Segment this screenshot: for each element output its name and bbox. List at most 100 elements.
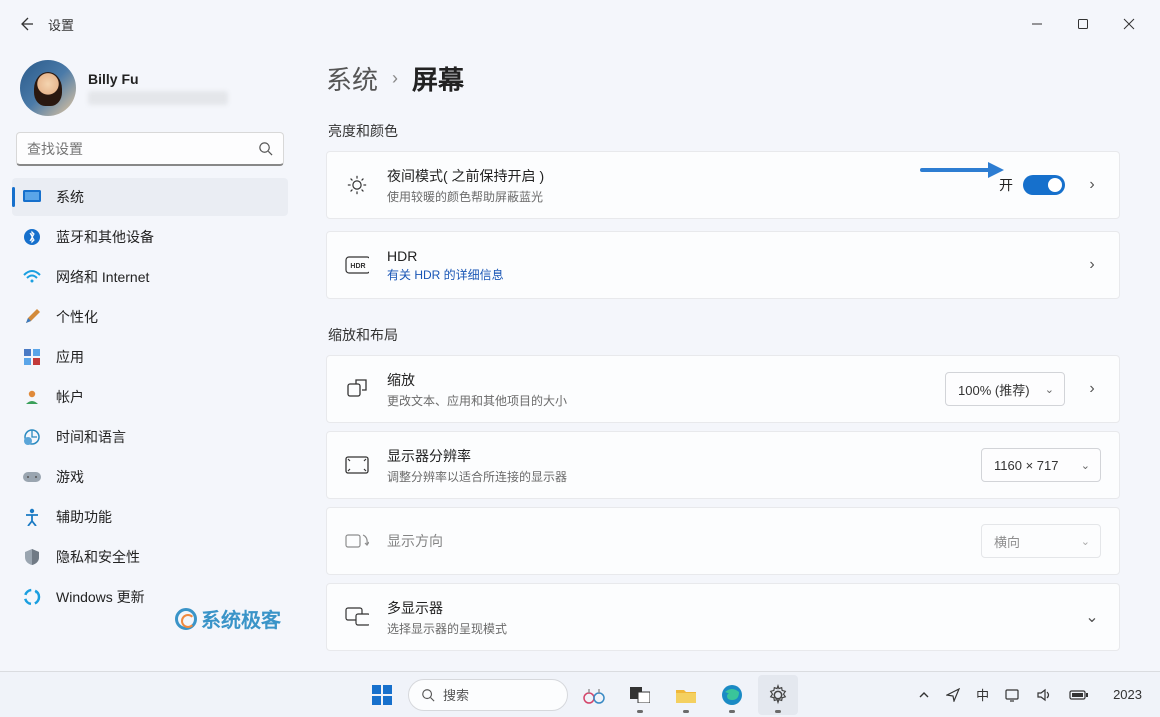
tray-volume-icon[interactable]: [1033, 684, 1057, 706]
sidebar-nav: 系统 蓝牙和其他设备 网络和 Internet 个性化 应用 帐户: [12, 178, 288, 618]
profile-block[interactable]: Billy Fu: [12, 56, 288, 128]
sidebar-item-time-language[interactable]: 时间和语言: [12, 418, 288, 456]
update-icon: [22, 587, 42, 607]
sidebar-item-network[interactable]: 网络和 Internet: [12, 258, 288, 296]
multi-title: 多显示器: [387, 598, 1065, 618]
sidebar-label: 帐户: [56, 387, 84, 407]
gamepad-icon: [22, 467, 42, 487]
maximize-button[interactable]: [1060, 8, 1106, 40]
night-sub: 使用较暖的颜色帮助屏蔽蓝光: [387, 188, 981, 205]
globe-clock-icon: [22, 427, 42, 447]
tray-clock[interactable]: 2023: [1109, 683, 1146, 706]
taskbar-settings[interactable]: [758, 675, 798, 715]
taskbar-search-label: 搜索: [443, 685, 469, 704]
person-icon: [22, 387, 42, 407]
orientation-icon: [345, 532, 369, 550]
taskbar-search[interactable]: 搜索: [408, 679, 568, 711]
chevron-down-icon: ⌄: [1045, 383, 1054, 396]
svg-text:HDR: HDR: [350, 263, 365, 270]
row-multi-display[interactable]: 多显示器 选择显示器的呈现模式 ⌄: [327, 584, 1119, 650]
night-light-icon: [345, 174, 369, 196]
breadcrumb-parent[interactable]: 系统: [326, 60, 378, 97]
breadcrumb: 系统 › 屏幕: [326, 60, 1120, 97]
resolution-title: 显示器分辨率: [387, 446, 963, 466]
sidebar-label: 隐私和安全性: [56, 547, 140, 567]
tray-ime[interactable]: 中: [972, 681, 993, 708]
search-input[interactable]: [27, 141, 258, 157]
taskbar-explorer[interactable]: [666, 675, 706, 715]
toggle-state-label: 开: [999, 175, 1013, 195]
minimize-button[interactable]: [1014, 8, 1060, 40]
hdr-title: HDR: [387, 248, 1065, 264]
back-button[interactable]: [8, 6, 44, 42]
sidebar-item-gaming[interactable]: 游戏: [12, 458, 288, 496]
sidebar-label: 系统: [56, 187, 84, 207]
sidebar-label: 网络和 Internet: [56, 267, 149, 287]
resolution-sub: 调整分辨率以适合所连接的显示器: [387, 468, 963, 485]
start-button[interactable]: [362, 675, 402, 715]
night-light-toggle[interactable]: [1023, 175, 1065, 195]
brush-icon: [22, 307, 42, 327]
sidebar-label: 游戏: [56, 467, 84, 487]
wifi-icon: [22, 267, 42, 287]
resolution-value: 1160 × 717: [994, 458, 1058, 473]
taskbar-widget[interactable]: [574, 675, 614, 715]
night-title: 夜间模式( 之前保持开启 ): [387, 166, 981, 186]
taskbar-taskview[interactable]: [620, 675, 660, 715]
chevron-right-icon[interactable]: ›: [1083, 256, 1101, 274]
window-title: 设置: [48, 15, 74, 34]
orientation-dropdown: 横向 ⌄: [981, 524, 1101, 558]
search-box[interactable]: [16, 132, 284, 166]
sidebar-label: 辅助功能: [56, 507, 112, 527]
taskbar: 搜索 中 2023: [0, 671, 1160, 717]
orientation-title: 显示方向: [387, 531, 963, 551]
profile-name: Billy Fu: [88, 71, 228, 87]
hdr-icon: HDR: [345, 256, 369, 274]
hdr-link[interactable]: 有关 HDR 的详细信息: [387, 266, 1065, 283]
resolution-icon: [345, 456, 369, 474]
scale-title: 缩放: [387, 370, 927, 390]
close-button[interactable]: [1106, 8, 1152, 40]
accessibility-icon: [22, 507, 42, 527]
shield-icon: [22, 547, 42, 567]
row-night-light[interactable]: 夜间模式( 之前保持开启 ) 使用较暖的颜色帮助屏蔽蓝光 开 ›: [327, 152, 1119, 218]
watermark: 系统极客: [175, 604, 281, 633]
sidebar-item-apps[interactable]: 应用: [12, 338, 288, 376]
apps-icon: [22, 347, 42, 367]
sidebar-item-privacy[interactable]: 隐私和安全性: [12, 538, 288, 576]
row-scale[interactable]: 缩放 更改文本、应用和其他项目的大小 100% (推荐) ⌄ ›: [327, 356, 1119, 422]
chevron-right-icon[interactable]: ›: [1083, 176, 1101, 194]
row-resolution[interactable]: 显示器分辨率 调整分辨率以适合所连接的显示器 1160 × 717 ⌄: [327, 432, 1119, 498]
sidebar-item-personalization[interactable]: 个性化: [12, 298, 288, 336]
scale-icon: [345, 378, 369, 400]
tray-battery-icon[interactable]: [1065, 685, 1093, 705]
sidebar-label: 时间和语言: [56, 427, 126, 447]
chevron-right-icon[interactable]: ›: [1083, 380, 1101, 398]
sidebar-item-system[interactable]: 系统: [12, 178, 288, 216]
sidebar-item-accessibility[interactable]: 辅助功能: [12, 498, 288, 536]
sidebar-item-accounts[interactable]: 帐户: [12, 378, 288, 416]
sidebar-label: Windows 更新: [56, 587, 145, 607]
search-icon: [258, 141, 273, 156]
tray-location-icon[interactable]: [942, 684, 964, 706]
profile-email-blurred: [88, 91, 228, 105]
avatar: [20, 60, 76, 116]
sidebar-label: 蓝牙和其他设备: [56, 227, 154, 247]
section-brightness-title: 亮度和颜色: [328, 121, 1120, 141]
bluetooth-icon: [22, 227, 42, 247]
resolution-dropdown[interactable]: 1160 × 717 ⌄: [981, 448, 1101, 482]
watermark-icon: [175, 608, 197, 630]
scale-dropdown[interactable]: 100% (推荐) ⌄: [945, 372, 1065, 406]
taskbar-edge[interactable]: [712, 675, 752, 715]
sidebar-label: 应用: [56, 347, 84, 367]
watermark-text: 系统极客: [201, 604, 281, 633]
chevron-right-icon: ›: [392, 68, 398, 89]
chevron-down-icon[interactable]: ⌄: [1083, 607, 1101, 627]
tray-network-icon[interactable]: [1001, 684, 1025, 706]
scale-value: 100% (推荐): [958, 380, 1030, 399]
sidebar-item-bluetooth[interactable]: 蓝牙和其他设备: [12, 218, 288, 256]
section-scale-title: 缩放和布局: [328, 325, 1120, 345]
row-hdr[interactable]: HDR HDR 有关 HDR 的详细信息 ›: [327, 232, 1119, 298]
system-icon: [22, 187, 42, 207]
tray-overflow[interactable]: [914, 685, 934, 705]
